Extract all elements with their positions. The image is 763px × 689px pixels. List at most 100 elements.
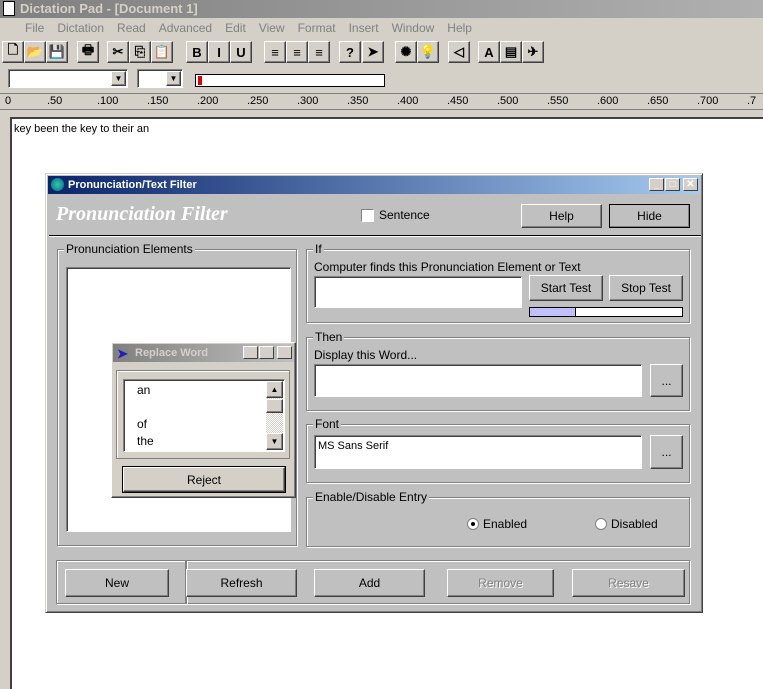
menu-bar: File Dictation Read Advanced Edit View Format I…	[0, 18, 763, 38]
disabled-label: Disabled	[611, 517, 658, 531]
ruler-tick: 0	[5, 95, 12, 107]
cursor-button[interactable]: ➤	[362, 41, 384, 63]
replace-list-item[interactable]: the	[137, 434, 154, 448]
menu-advanced[interactable]: Advanced	[159, 21, 212, 35]
close-button[interactable]: ✕	[277, 346, 292, 359]
cursor-icon: ➤	[367, 44, 379, 59]
globe-icon	[51, 178, 64, 191]
add-button[interactable]: Add	[314, 569, 425, 597]
chevron-down-icon[interactable]: ▼	[166, 71, 181, 86]
enable-disable-group: Enable/Disable Entry Enabled Disabled	[306, 490, 690, 547]
font-value: MS Sans Serif	[318, 440, 389, 452]
new-button[interactable]: New	[65, 569, 169, 597]
group-label: Then	[313, 330, 345, 344]
font-input[interactable]: MS Sans Serif	[314, 435, 642, 469]
align-left-icon: ≡	[271, 44, 279, 60]
underline-button[interactable]: U	[230, 41, 252, 63]
ruler-tick: .400	[397, 95, 419, 107]
scroll-up-button[interactable]: ▲	[266, 381, 283, 398]
start-test-button[interactable]: Start Test	[529, 275, 603, 301]
remove-button[interactable]: Remove	[447, 569, 554, 597]
plane-button[interactable]: ✈	[522, 41, 544, 63]
align-right-button[interactable]: ≡	[308, 41, 330, 63]
group-label: Enable/Disable Entry	[313, 490, 430, 504]
scroll-down-button[interactable]: ▼	[266, 433, 283, 450]
scroll-thumb[interactable]	[266, 399, 283, 413]
enabled-label: Enabled	[483, 517, 528, 531]
resave-button[interactable]: Resave	[572, 569, 685, 597]
if-text-input[interactable]	[314, 276, 522, 308]
menu-format[interactable]: Format	[298, 21, 336, 35]
new-button[interactable]: 🗋	[2, 41, 24, 63]
copy-button[interactable]: ⎘	[129, 41, 151, 63]
speaker-button[interactable]: ◁	[448, 41, 470, 63]
menu-insert[interactable]: Insert	[349, 21, 379, 35]
menu-read[interactable]: Read	[117, 21, 146, 35]
paste-button[interactable]: 📋	[151, 41, 173, 63]
then-group: Then Display this Word... ...	[306, 330, 690, 411]
ruler: 0 .50 .100 .150 .200 .250 .300 .350 .400 .450 .500…	[0, 93, 763, 110]
cut-button[interactable]: ✂	[107, 41, 129, 63]
audio-level-meter	[195, 74, 385, 87]
clipboard-icon: ▤	[504, 44, 518, 59]
sentence-checkbox[interactable]	[361, 209, 374, 222]
menu-file[interactable]: File	[25, 21, 44, 35]
reject-button[interactable]: Reject	[122, 466, 286, 493]
enabled-radio[interactable]	[467, 518, 479, 530]
align-right-icon: ≡	[315, 44, 323, 60]
copy-icon: ⎘	[134, 44, 146, 59]
plane-icon: ✈	[527, 44, 539, 59]
bold-button[interactable]: B	[186, 41, 208, 63]
font-name-combo[interactable]: ▼	[8, 69, 128, 88]
chevron-down-icon[interactable]: ▼	[111, 71, 126, 86]
minimize-button[interactable]: _	[243, 346, 258, 359]
refresh-button[interactable]: Refresh	[186, 569, 297, 597]
menu-help[interactable]: Help	[447, 21, 472, 35]
menu-view[interactable]: View	[259, 21, 285, 35]
display-word-input[interactable]	[314, 364, 642, 397]
font-size-combo[interactable]: ▼	[137, 69, 183, 88]
microphone-red-button[interactable]: ✺	[395, 41, 417, 63]
clipboard-button[interactable]: ▤	[500, 41, 522, 63]
document-text: key been the key to their an	[14, 123, 150, 135]
menu-dictation[interactable]: Dictation	[57, 21, 104, 35]
stop-test-button[interactable]: Stop Test	[609, 275, 683, 301]
group-label: If	[313, 242, 324, 256]
ruler-tick: .550	[547, 95, 569, 107]
hide-button[interactable]: Hide	[609, 204, 690, 228]
close-button[interactable]: ✕	[683, 178, 698, 191]
replace-word-list[interactable]: ▲ ▼ an of the	[123, 379, 285, 452]
save-icon: 💾	[48, 44, 66, 59]
maximize-button[interactable]: □	[665, 178, 680, 191]
replace-list-item[interactable]: an	[137, 383, 150, 397]
help-button[interactable]: ?	[339, 41, 361, 63]
save-button[interactable]: 💾	[46, 41, 68, 63]
italic-button[interactable]: I	[208, 41, 230, 63]
align-left-button[interactable]: ≡	[264, 41, 286, 63]
speaker-icon: ◁	[454, 44, 464, 59]
italic-icon: I	[217, 44, 221, 60]
ruler-tick: .450	[447, 95, 469, 107]
text-button[interactable]: A	[478, 41, 500, 63]
menu-edit[interactable]: Edit	[225, 21, 246, 35]
replace-panel: ▲ ▼ an of the	[116, 370, 290, 459]
ruler-tick: .350	[347, 95, 369, 107]
browse-font-button[interactable]: ...	[650, 435, 683, 469]
menu-window[interactable]: Window	[392, 21, 435, 35]
browse-word-button[interactable]: ...	[650, 364, 683, 397]
ruler-tick: .150	[147, 95, 169, 107]
print-button[interactable]: 🖶	[77, 41, 99, 63]
align-center-button[interactable]: ≡	[286, 41, 308, 63]
if-description: Computer finds this Pronunciation Elemen…	[314, 260, 581, 274]
sentence-label: Sentence	[379, 208, 430, 222]
disabled-radio[interactable]	[595, 518, 607, 530]
divider	[49, 235, 701, 237]
lightbulb-button[interactable]: 💡	[417, 41, 439, 63]
open-button[interactable]: 📂	[24, 41, 46, 63]
paste-icon: 📋	[153, 44, 171, 59]
help-button[interactable]: Help	[521, 204, 602, 228]
scrollbar[interactable]: ▲ ▼	[266, 381, 283, 450]
maximize-button[interactable]: □	[259, 346, 274, 359]
minimize-button[interactable]: _	[649, 178, 664, 191]
replace-list-item[interactable]: of	[137, 417, 147, 431]
